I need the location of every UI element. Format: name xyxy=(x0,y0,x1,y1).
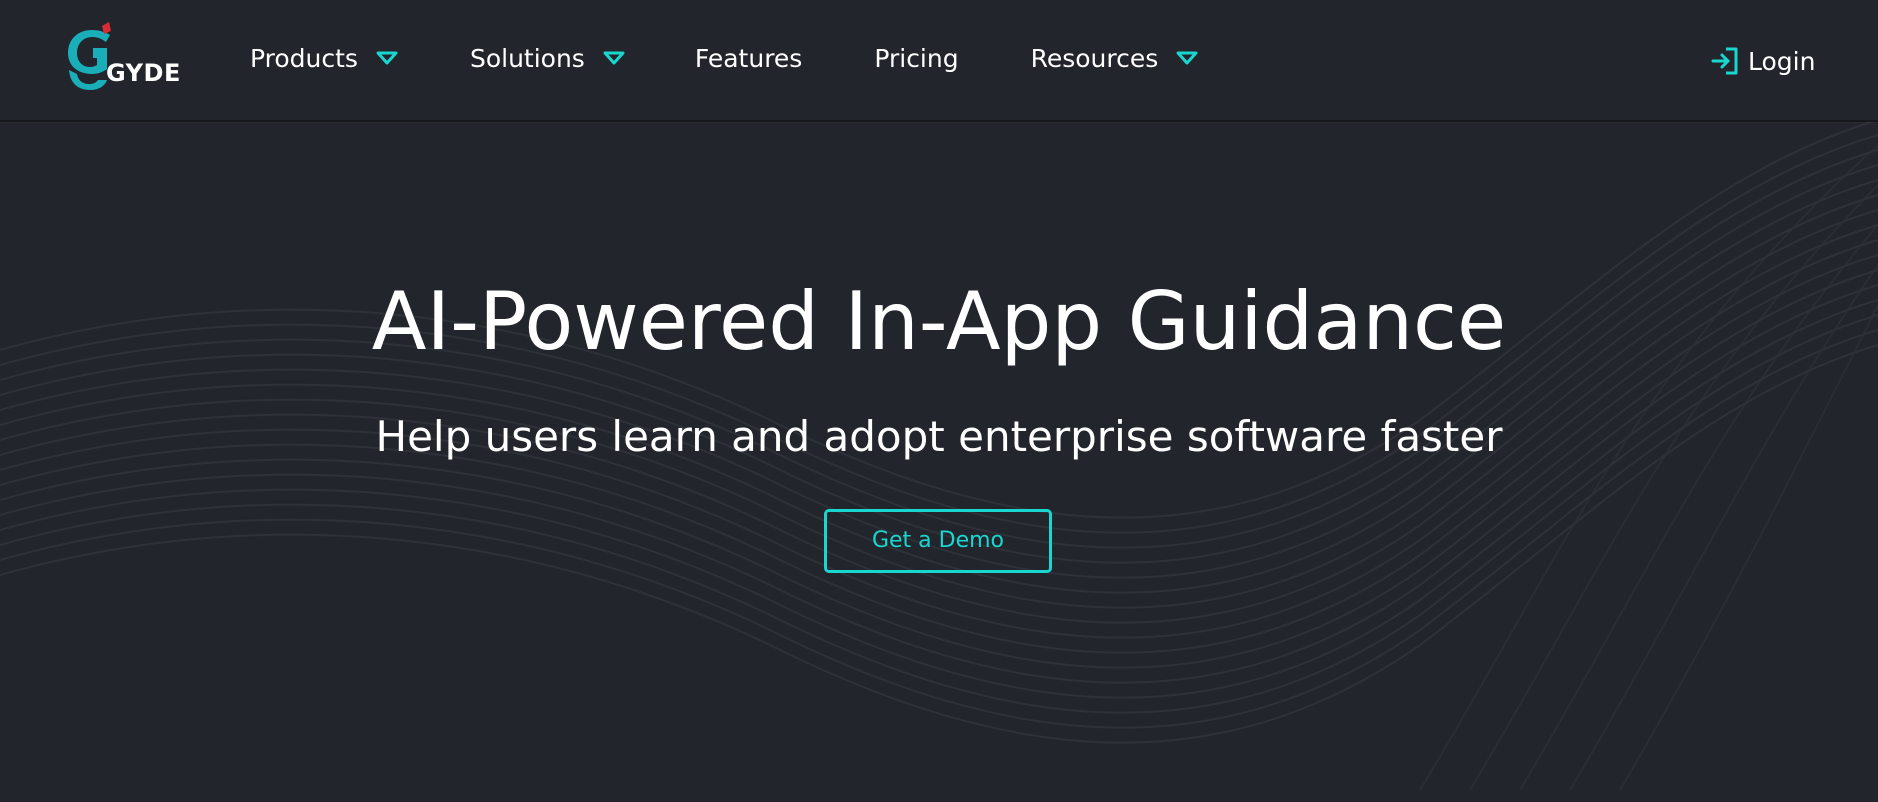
login-label: Login xyxy=(1748,46,1816,76)
login-icon xyxy=(1711,47,1738,75)
landing-page: GYDE Products Solutions Features Pricing xyxy=(0,0,1878,802)
brand-name: GYDE xyxy=(106,59,181,87)
hero-title: AI-Powered In-App Guidance xyxy=(371,274,1507,368)
main-navigation: Products Solutions Features Pricing Reso… xyxy=(250,40,1198,76)
nav-resources-label: Resources xyxy=(1030,43,1159,73)
hero-subtitle: Help users learn and adopt enterprise so… xyxy=(375,412,1503,461)
caret-down-icon xyxy=(1176,51,1198,65)
nav-products[interactable]: Products xyxy=(250,40,398,76)
get-demo-button[interactable]: Get a Demo xyxy=(824,509,1052,573)
nav-products-label: Products xyxy=(250,43,358,73)
brand-logo[interactable]: GYDE xyxy=(58,22,184,96)
nav-resources[interactable]: Resources xyxy=(1031,40,1199,76)
nav-features-label: Features xyxy=(694,43,803,73)
caret-down-icon xyxy=(376,51,398,65)
nav-solutions[interactable]: Solutions xyxy=(470,40,625,76)
login-link[interactable]: Login xyxy=(1710,44,1815,78)
nav-pricing[interactable]: Pricing xyxy=(874,40,958,76)
nav-solutions-label: Solutions xyxy=(469,43,585,73)
site-header: GYDE Products Solutions Features Pricing xyxy=(0,0,1878,122)
caret-down-icon xyxy=(603,51,625,65)
nav-pricing-label: Pricing xyxy=(874,43,959,73)
nav-features[interactable]: Features xyxy=(695,40,803,76)
